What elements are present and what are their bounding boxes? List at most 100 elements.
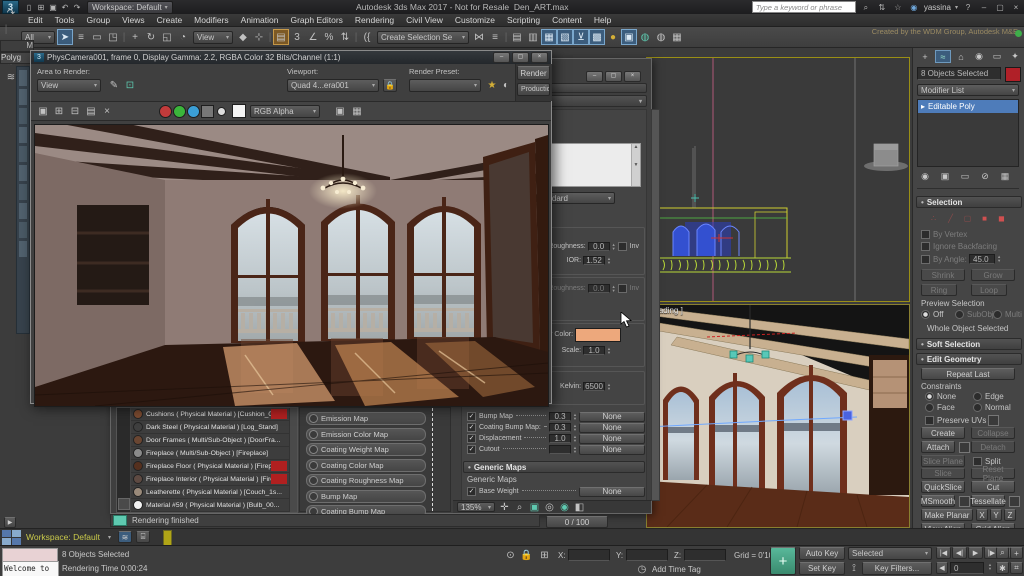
toolbar-icon[interactable]: ({ xyxy=(359,29,375,45)
element-subobject-icon[interactable]: ◼ xyxy=(995,212,1008,224)
map-enable-checkbox[interactable] xyxy=(467,412,476,421)
loop-button[interactable]: Loop xyxy=(971,284,1007,296)
vertex-subobject-icon[interactable]: ∴ xyxy=(927,212,940,224)
rfw-file-icon[interactable]: ▣ xyxy=(35,103,51,119)
zoom-extents-icon[interactable]: ◎ xyxy=(544,502,555,513)
toolbar-icon[interactable]: ▦ xyxy=(669,29,685,45)
scrollbar[interactable]: ▲▼ xyxy=(631,144,640,186)
constraint-normal-radio[interactable]: Normal xyxy=(973,403,1011,412)
tessellate-settings-button[interactable] xyxy=(1009,496,1020,507)
planar-y-button[interactable]: Y xyxy=(990,509,1002,521)
object-color-swatch[interactable] xyxy=(1005,67,1021,82)
material-list-item[interactable]: Fireplace ( Multi/Sub-Object ) [Fireplac… xyxy=(131,447,289,460)
render-mode-dropdown[interactable]: Production▾ xyxy=(517,83,550,96)
grow-button[interactable]: Grow xyxy=(971,269,1015,281)
material-list-item[interactable]: Fireplace Interior ( Physical Material )… xyxy=(131,473,289,486)
minimize-button[interactable]: – xyxy=(978,2,990,13)
maxscript-mini-listener-pink[interactable] xyxy=(2,548,58,562)
area-to-render-dropdown[interactable]: View▾ xyxy=(37,79,101,92)
render-preset-dropdown[interactable]: ▾ xyxy=(409,79,481,92)
menu-item[interactable]: Rendering xyxy=(349,15,400,25)
layout-icon[interactable]: ◧ xyxy=(574,502,585,513)
reset-plane-button[interactable]: Reset Plane xyxy=(971,468,1015,479)
ribbon-vertical-strip[interactable] xyxy=(16,66,30,334)
stack-item-editable-poly[interactable]: Editable Poly xyxy=(928,102,975,111)
preserve-uvs-settings-button[interactable] xyxy=(988,415,999,426)
set-keys-button[interactable]: + xyxy=(770,547,796,575)
menu-item[interactable]: Views xyxy=(116,15,151,25)
socket-icon[interactable] xyxy=(309,461,318,470)
tessellate-button[interactable]: Tessellate xyxy=(971,495,1005,507)
stack-tool-icon[interactable]: ▣ xyxy=(937,170,953,183)
z-coordinate-field[interactable] xyxy=(684,549,726,561)
viewport-dropdown[interactable]: Quad 4...era001▾ xyxy=(287,79,379,92)
gamma-icon[interactable]: ◐ xyxy=(499,79,513,92)
menu-item[interactable]: Modifiers xyxy=(188,15,234,25)
workspace-selector[interactable]: Workspace: Default▾ xyxy=(87,1,173,14)
auto-key-button[interactable]: Auto Key xyxy=(799,547,845,560)
command-panel-tab[interactable]: ✦ xyxy=(1007,50,1023,63)
user-avatar-icon[interactable]: ◉ xyxy=(908,2,920,13)
shrink-button[interactable]: Shrink xyxy=(921,269,965,281)
key-mode-icon[interactable]: ⟟ xyxy=(848,562,860,575)
toolbar-icon[interactable]: ⇅ xyxy=(337,29,353,45)
collapse-button[interactable]: Collapse xyxy=(971,427,1015,439)
pan-icon[interactable]: ✛ xyxy=(499,502,510,513)
menu-item[interactable]: Help xyxy=(588,15,617,25)
blue-channel-icon[interactable] xyxy=(187,105,200,118)
toolbar-icon[interactable]: ↷ xyxy=(3,5,19,21)
chevron-down-icon[interactable]: ▾ xyxy=(108,534,111,541)
zoom-icon[interactable]: ⌕ xyxy=(514,502,525,513)
command-panel-tab[interactable]: ◉ xyxy=(971,50,987,63)
set-key-button[interactable]: Set Key xyxy=(799,562,845,575)
maximize-button[interactable]: ▢ xyxy=(994,2,1006,13)
new-file-icon[interactable]: ▯ xyxy=(23,2,35,13)
reference-coordinate-dropdown[interactable]: View▾ xyxy=(193,31,233,44)
render-button[interactable]: Render xyxy=(517,66,550,80)
attach-options-button[interactable] xyxy=(959,442,970,453)
undo-icon[interactable]: ↶ xyxy=(59,2,71,13)
selection-lock-icon[interactable]: 🔒 xyxy=(520,549,533,561)
material-list-item[interactable]: Material #59 ( Physical Material ) [Bulb… xyxy=(131,499,289,512)
close-button[interactable]: × xyxy=(1010,2,1022,13)
selection-set-dropdown[interactable]: Selected▾ xyxy=(848,547,932,560)
toolbar-icon[interactable]: ▧ xyxy=(557,29,573,45)
by-angle-checkbox[interactable]: By Angle: 45.0▲▼ xyxy=(921,254,1003,264)
map-none-button[interactable]: None xyxy=(579,412,645,422)
menu-item[interactable]: Tools xyxy=(49,15,81,25)
rfw-file-icon[interactable]: × xyxy=(99,103,115,119)
socket-icon[interactable] xyxy=(309,445,318,454)
stack-expand-icon[interactable]: ▸ xyxy=(921,102,925,111)
map-amount-field[interactable]: 1.0 xyxy=(549,434,571,443)
msmooth-settings-button[interactable] xyxy=(959,496,970,507)
user-menu-chevron-icon[interactable]: ▾ xyxy=(955,4,958,11)
key-filters-button[interactable]: Key Filters... xyxy=(862,562,932,575)
playback-button[interactable]: ▶ xyxy=(968,547,983,559)
viewport-canvas[interactable] xyxy=(647,58,909,301)
help-icon[interactable]: ? xyxy=(962,2,974,13)
map-slot[interactable]: Bump Map xyxy=(306,490,426,503)
slice-plane-button[interactable]: Slice Plane xyxy=(921,455,965,467)
material-list-item[interactable]: Door Frames ( Multi/Sub-Object ) [DoorFr… xyxy=(131,434,289,447)
toolbar-icon[interactable]: ≡ xyxy=(73,29,89,45)
star-icon[interactable]: ☆ xyxy=(892,2,904,13)
toolbar-icon[interactable]: ↻ xyxy=(143,29,159,45)
layers-icon[interactable]: ▣ xyxy=(332,103,348,119)
isolate-selection-icon[interactable]: ⊙ xyxy=(504,549,517,561)
minimize-button[interactable]: – xyxy=(493,52,510,63)
viewport-nav-icon[interactable]: ⌗ xyxy=(1010,562,1023,574)
toolbar-icon[interactable]: ⊻ xyxy=(573,29,589,45)
clear-color-swatch[interactable] xyxy=(232,104,246,118)
by-vertex-checkbox[interactable]: By Vertex xyxy=(921,230,967,239)
stack-tool-icon[interactable]: ⊘ xyxy=(977,170,993,183)
toolbar-icon[interactable]: ⊹ xyxy=(251,29,267,45)
menu-item[interactable]: Group xyxy=(81,15,117,25)
rfw-file-icon[interactable]: ⊟ xyxy=(67,103,83,119)
command-panel-tab[interactable]: + xyxy=(917,50,933,63)
toolbar-icon[interactable]: + xyxy=(127,29,143,45)
toolbar-icon[interactable]: ▩ xyxy=(589,29,605,45)
menu-item[interactable]: Graph Editors xyxy=(284,15,348,25)
open-file-icon[interactable]: ⊞ xyxy=(35,2,47,13)
toolbar-icon[interactable]: ∠ xyxy=(305,29,321,45)
map-enable-checkbox[interactable] xyxy=(467,445,476,454)
